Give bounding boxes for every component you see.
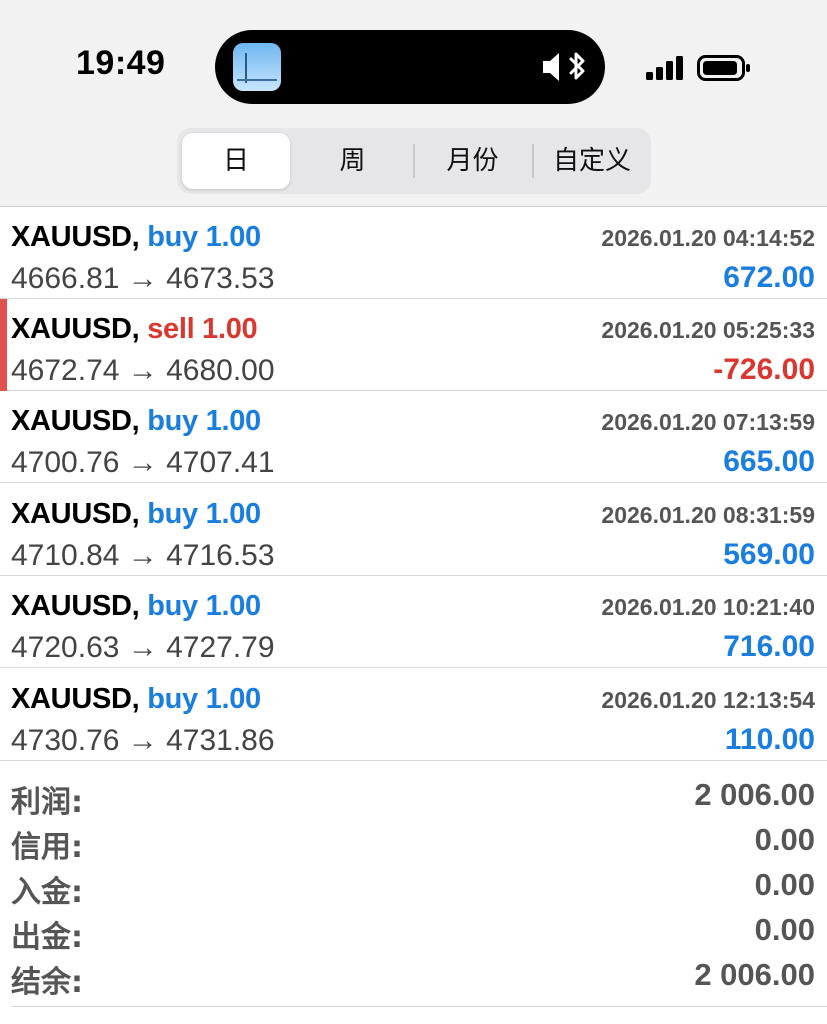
trade-side: buy bbox=[147, 221, 198, 253]
trade-prices: 4720.63 → 4727.79 bbox=[11, 631, 275, 664]
trade-side: buy bbox=[147, 590, 198, 622]
trade-prices: 4700.76 → 4707.41 bbox=[11, 446, 275, 479]
summary-value: 0.00 bbox=[754, 822, 815, 857]
trade-profit: 665.00 bbox=[723, 445, 815, 478]
trade-row[interactable]: XAUUSD, buy 1.00 2026.01.20 12:13:54 473… bbox=[0, 669, 827, 761]
bottom-divider bbox=[11, 1006, 827, 1007]
summary-withdrawal: 出金: 0.00 bbox=[0, 912, 827, 958]
trade-prices: 4730.76 → 4731.86 bbox=[11, 724, 275, 757]
trade-symbol: XAUUSD, sell 1.00 bbox=[11, 313, 258, 345]
summary-value: 2 006.00 bbox=[694, 957, 815, 992]
trade-time: 2026.01.20 07:13:59 bbox=[601, 409, 815, 435]
trade-profit: 716.00 bbox=[723, 630, 815, 663]
trade-symbol: XAUUSD, buy 1.00 bbox=[11, 221, 262, 253]
trade-side: buy bbox=[147, 498, 198, 530]
status-time: 19:49 bbox=[76, 44, 166, 82]
selected-indicator bbox=[0, 299, 7, 391]
trade-side: sell bbox=[147, 313, 195, 345]
summary-label: 信用: bbox=[11, 830, 83, 865]
summary-deposit: 入金: 0.00 bbox=[0, 867, 827, 913]
trade-prices: 4672.74 → 4680.00 bbox=[11, 354, 275, 387]
trade-symbol: XAUUSD, buy 1.00 bbox=[11, 683, 262, 715]
tab-divider bbox=[532, 144, 534, 178]
dynamic-island[interactable] bbox=[215, 30, 605, 104]
trade-row[interactable]: XAUUSD, buy 1.00 2026.01.20 08:31:59 471… bbox=[0, 484, 827, 576]
summary-value: 2 006.00 bbox=[694, 777, 815, 812]
trade-volume: 1.00 bbox=[205, 498, 262, 530]
summary-balance: 结余: 2 006.00 bbox=[0, 957, 827, 1003]
trade-volume: 1.00 bbox=[202, 313, 258, 345]
summary-value: 0.00 bbox=[754, 867, 815, 902]
trade-symbol: XAUUSD, buy 1.00 bbox=[11, 498, 262, 530]
signal-icon bbox=[646, 56, 683, 80]
summary-value: 0.00 bbox=[754, 912, 815, 947]
battery-icon bbox=[697, 55, 750, 81]
summary-profit: 利润: 2 006.00 bbox=[0, 777, 827, 823]
trade-volume: 1.00 bbox=[205, 405, 262, 437]
trade-time: 2026.01.20 04:14:52 bbox=[601, 225, 815, 251]
trade-profit: 672.00 bbox=[723, 261, 815, 294]
trade-time: 2026.01.20 05:25:33 bbox=[601, 317, 815, 343]
history-screen: 19:49 日 周 月份 自定义 XAUUSD, buy 1.00 2026.0… bbox=[0, 0, 827, 1024]
trade-row[interactable]: XAUUSD, buy 1.00 2026.01.20 10:21:40 472… bbox=[0, 576, 827, 668]
trade-time: 2026.01.20 10:21:40 bbox=[601, 594, 815, 620]
bluetooth-icon bbox=[569, 52, 585, 80]
period-segmented-control: 日 周 月份 自定义 bbox=[177, 128, 651, 194]
trade-time: 2026.01.20 12:13:54 bbox=[601, 687, 815, 713]
mute-icon bbox=[543, 52, 585, 81]
summary-credit: 信用: 0.00 bbox=[0, 822, 827, 868]
tab-day[interactable]: 日 bbox=[182, 133, 290, 189]
trade-symbol: XAUUSD, buy 1.00 bbox=[11, 590, 262, 622]
summary-label: 出金: bbox=[11, 920, 83, 955]
trade-prices: 4710.84 → 4716.53 bbox=[11, 539, 275, 572]
trade-side: buy bbox=[147, 405, 198, 437]
trade-volume: 1.00 bbox=[205, 590, 262, 622]
trade-volume: 1.00 bbox=[205, 221, 262, 253]
trade-volume: 1.00 bbox=[205, 683, 262, 715]
trade-profit: -726.00 bbox=[713, 353, 815, 386]
trade-side: buy bbox=[147, 683, 198, 715]
tab-week[interactable]: 周 bbox=[294, 133, 411, 189]
trade-row[interactable]: XAUUSD, sell 1.00 2026.01.20 05:25:33 46… bbox=[0, 299, 827, 391]
summary-label: 入金: bbox=[11, 875, 83, 910]
summary-label: 利润: bbox=[11, 785, 83, 820]
trade-time: 2026.01.20 08:31:59 bbox=[601, 502, 815, 528]
tab-month[interactable]: 月份 bbox=[415, 133, 530, 189]
trade-row[interactable]: XAUUSD, buy 1.00 2026.01.20 04:14:52 466… bbox=[0, 207, 827, 299]
trade-prices: 4666.81 → 4673.53 bbox=[11, 262, 275, 295]
trade-profit: 569.00 bbox=[723, 538, 815, 571]
trade-symbol: XAUUSD, buy 1.00 bbox=[11, 405, 262, 437]
trade-row[interactable]: XAUUSD, buy 1.00 2026.01.20 07:13:59 470… bbox=[0, 391, 827, 483]
album-art-icon bbox=[233, 43, 281, 91]
tab-custom[interactable]: 自定义 bbox=[536, 133, 648, 189]
summary-label: 结余: bbox=[11, 965, 83, 1000]
trade-profit: 110.00 bbox=[724, 723, 815, 756]
header-area: 19:49 日 周 月份 自定义 bbox=[0, 0, 827, 207]
